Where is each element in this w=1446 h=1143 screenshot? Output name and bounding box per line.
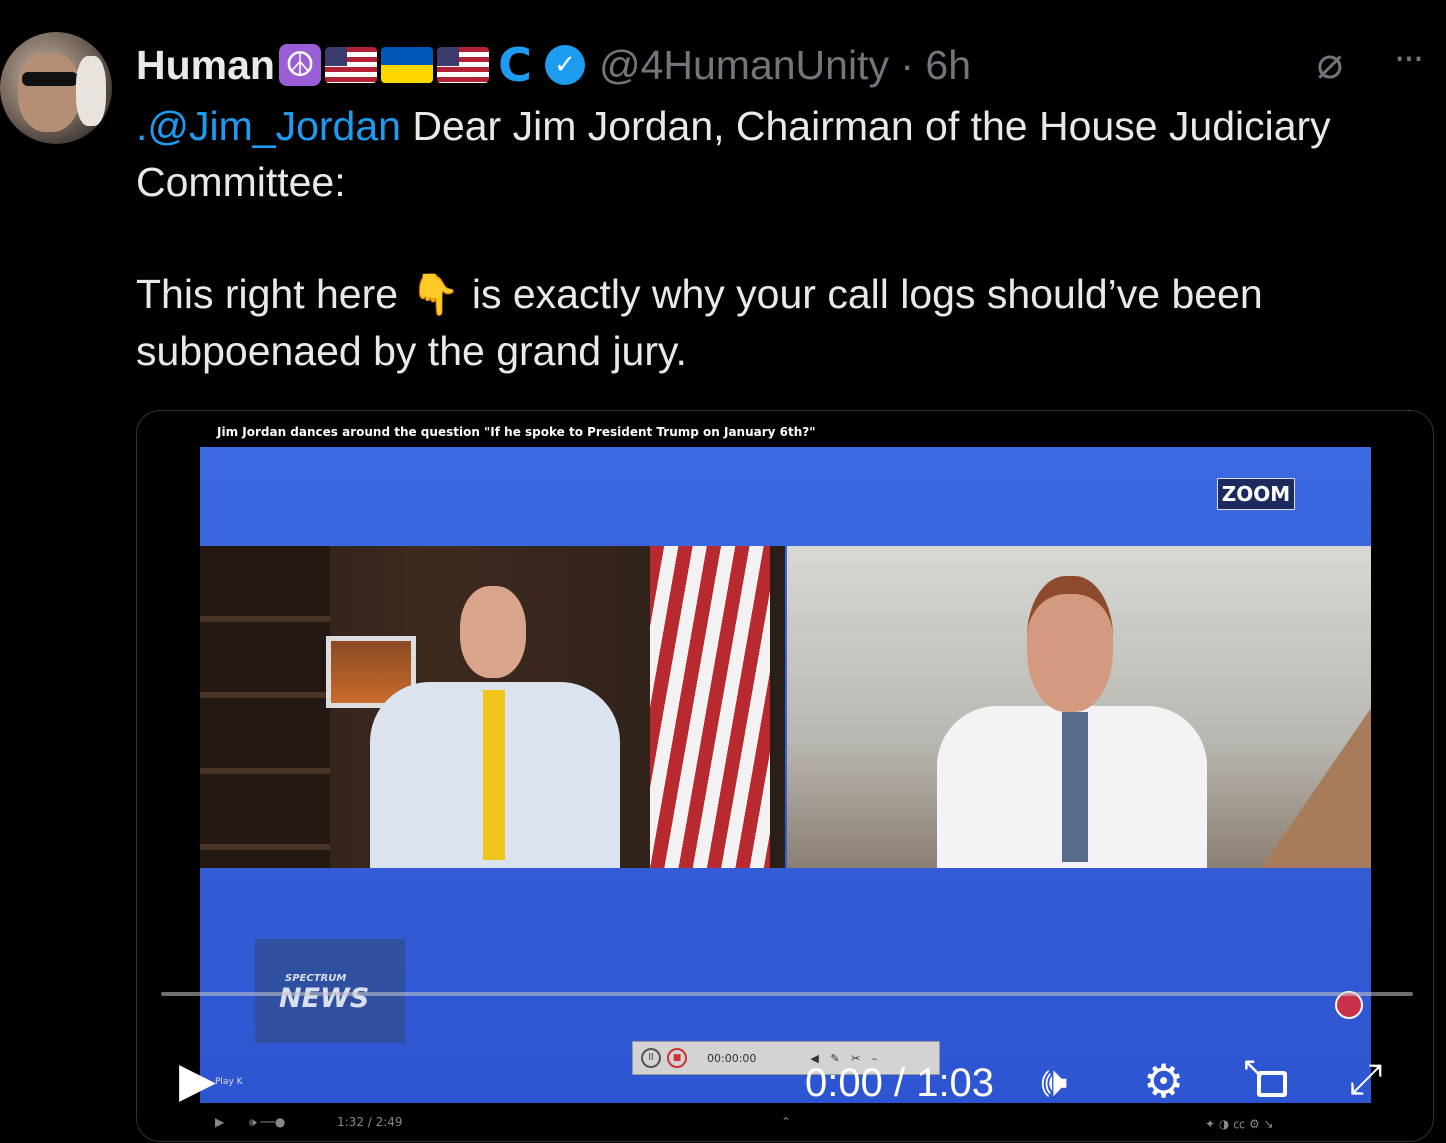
tweet-line-2a: This right here: [136, 271, 399, 317]
avatar-face: [18, 54, 80, 132]
avatar-llama: [76, 56, 106, 126]
embedded-chevron-up-icon: ⌃: [781, 1115, 792, 1129]
recorder-time: 00:00:00: [707, 1051, 757, 1065]
video-timer: 0:00 / 1:03: [805, 1061, 995, 1105]
fullscreen-icon[interactable]: ⤢: [1349, 1055, 1383, 1103]
us-flag-emoji: [436, 47, 489, 83]
peace-symbol-emoji: ☮: [278, 44, 321, 86]
video-pane-left: [200, 546, 785, 868]
video-inner-title: Jim Jordan dances around the question "I…: [217, 425, 816, 439]
c-wave-badge: C: [498, 38, 532, 92]
progress-bar[interactable]: [161, 992, 1413, 996]
tweet-timestamp[interactable]: · 6h: [889, 42, 971, 88]
mention-link[interactable]: .@Jim_Jordan: [136, 103, 401, 149]
video-player[interactable]: Jim Jordan dances around the question "I…: [136, 410, 1434, 1142]
conference-table: [1261, 708, 1371, 868]
picture-in-picture-icon[interactable]: ↖: [1241, 1051, 1293, 1101]
author-name[interactable]: Human: [136, 42, 275, 89]
grok-icon[interactable]: ⌀: [1306, 40, 1354, 88]
embedded-controls-icon: ✦ ◑ ㏄ ⚙ ↘: [1205, 1117, 1274, 1131]
embedded-time: 1:32 / 2:49: [337, 1115, 403, 1129]
video-pane-right: [787, 546, 1371, 868]
volume-icon[interactable]: 🕪: [1041, 1059, 1067, 1105]
author-handle[interactable]: @4HumanUnity · 6h: [599, 42, 971, 89]
stop-icon: ■: [667, 1048, 687, 1068]
person-reporter: [917, 576, 1217, 868]
play-shortcut-hint: Play K: [215, 1077, 243, 1087]
spectrum-news-logo: SPECTRUM NEWS: [255, 939, 405, 1043]
office-shelves: [200, 546, 330, 868]
pointing-down-emoji: 👇: [410, 273, 460, 317]
tweet-text: .@Jim_Jordan Dear Jim Jordan, Chairman o…: [136, 98, 1426, 379]
embedded-player-bar: ▶ 🕪 ──● 1:32 / 2:49 ⌃ ✦ ◑ ㏄ ⚙ ↘: [215, 1111, 1375, 1135]
us-flag-emoji: [324, 47, 377, 83]
person-jordan: [350, 586, 640, 868]
video-frame[interactable]: ZOOM SPECTRUM NEWS ll ■ 00:00:00 ◀ ✎ ✂ –: [200, 447, 1371, 1103]
more-options-icon[interactable]: ···: [1384, 38, 1432, 86]
author-avatar[interactable]: [0, 32, 112, 144]
embedded-volume-icon: 🕪 ──●: [249, 1115, 286, 1129]
ukraine-flag-emoji: [380, 47, 433, 83]
verified-badge-icon[interactable]: ✓: [544, 45, 585, 85]
settings-gear-icon[interactable]: ⚙: [1143, 1057, 1184, 1105]
zoom-logo: ZOOM: [1217, 478, 1295, 510]
embedded-play-icon: ▶: [215, 1115, 225, 1129]
american-flag: [650, 546, 770, 868]
tweet-header: Human ☮ C ✓ @4HumanUnity · 6h: [136, 40, 971, 90]
avatar-glasses: [22, 72, 78, 86]
pause-icon: ll: [641, 1048, 661, 1068]
